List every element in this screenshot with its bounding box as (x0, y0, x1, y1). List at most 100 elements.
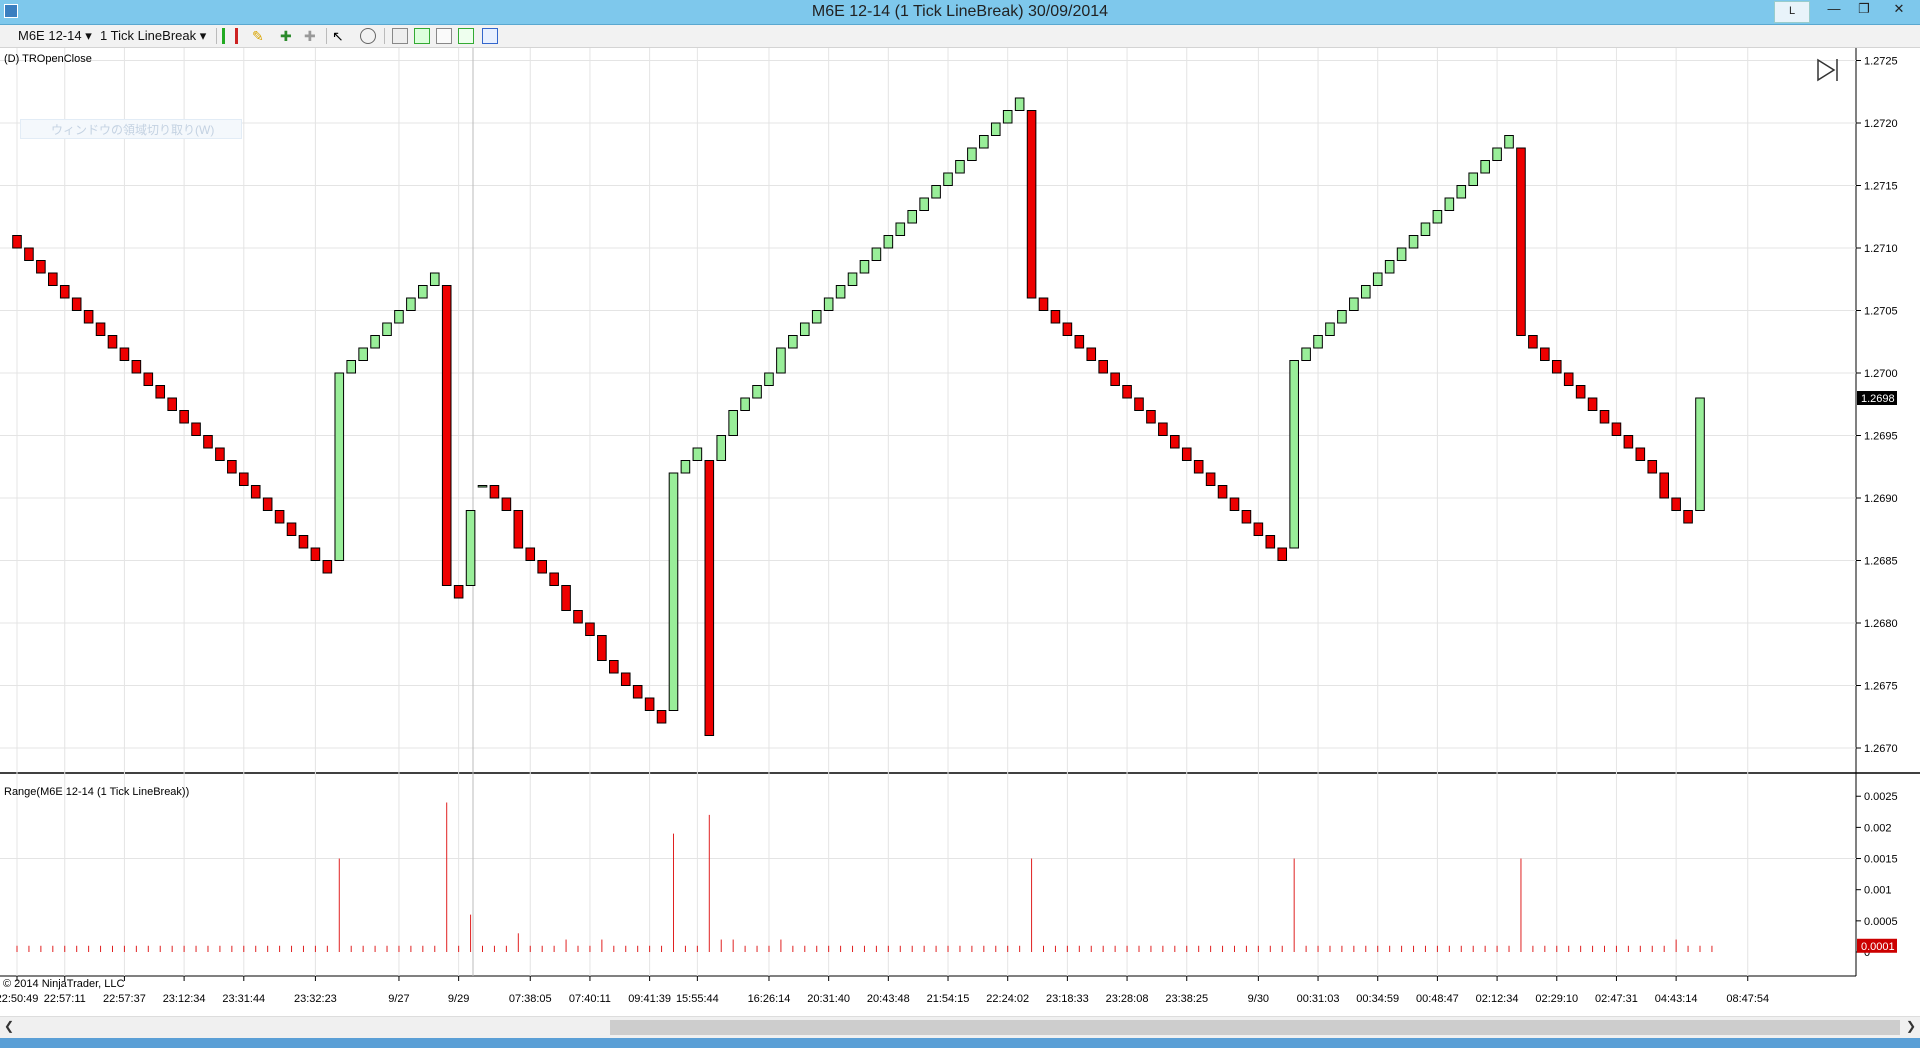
time-tick-label: 00:48:47 (1416, 993, 1459, 1005)
down-brick (1038, 297, 1049, 311)
instrument-selector[interactable]: M6E 12-14 ▾ (18, 28, 92, 44)
down-brick (1205, 472, 1216, 486)
properties-icon[interactable] (392, 28, 408, 44)
up-brick (1384, 260, 1395, 274)
up-brick (334, 372, 345, 561)
time-tick-label: 23:12:34 (163, 993, 206, 1005)
up-brick (990, 122, 1001, 136)
time-tick-label: 23:32:23 (294, 993, 337, 1005)
down-brick (1647, 460, 1658, 474)
down-brick (1026, 110, 1037, 299)
down-brick (1062, 322, 1073, 336)
time-tick-label: 00:34:59 (1356, 993, 1399, 1005)
time-tick-label: 23:28:08 (1106, 993, 1149, 1005)
up-brick (1492, 147, 1502, 161)
range-tick-label: 0.0025 (1864, 791, 1898, 803)
up-brick (1372, 272, 1383, 286)
price-tick-label: 1.2675 (1864, 681, 1898, 693)
down-brick (501, 497, 512, 511)
down-brick (513, 510, 524, 549)
image-icon[interactable] (436, 28, 452, 44)
time-tick-label: 04:43:14 (1655, 993, 1698, 1005)
down-brick (215, 447, 225, 461)
l-button[interactable]: L (1774, 1, 1810, 23)
down-brick (441, 285, 452, 586)
up-brick (895, 222, 906, 236)
time-tick-label: 20:43:48 (867, 993, 910, 1005)
down-brick (1599, 410, 1610, 424)
restore-icon[interactable]: ❐ (1850, 0, 1878, 20)
up-brick (823, 297, 834, 311)
menu-ghost: ウィンドウの領域切り取り(W) (20, 119, 242, 139)
time-tick-label: 16:26:14 (748, 993, 791, 1005)
up-brick (811, 310, 822, 324)
up-brick (1349, 297, 1359, 311)
toolbar-separator (326, 28, 327, 44)
horizontal-scrollbar[interactable]: ❮ ❯ (0, 1016, 1920, 1039)
down-brick (310, 547, 321, 561)
down-brick (1229, 497, 1240, 511)
time-tick-label: 02:29:10 (1535, 993, 1578, 1005)
up-brick (788, 335, 798, 349)
down-brick (59, 285, 70, 299)
price-bricks (12, 97, 1705, 736)
range-tick-label: 0.0015 (1864, 854, 1898, 866)
share-icon[interactable] (458, 28, 474, 44)
down-brick (119, 347, 130, 361)
chart-toolbar: M6E 12-14 ▾ 1 Tick LineBreak ▾ ✎ ✚ ✚ ↖ (0, 25, 1920, 48)
down-brick (262, 497, 273, 511)
price-panel-label: (D) TROpenClose (4, 53, 92, 65)
up-brick (1289, 360, 1299, 549)
price-tick-label: 1.2720 (1864, 118, 1898, 130)
up-brick (1325, 322, 1335, 336)
time-tick-label: 02:47:31 (1595, 993, 1638, 1005)
strategy-icon[interactable]: ✚ (304, 28, 320, 44)
down-brick (489, 485, 500, 499)
up-brick (943, 172, 953, 186)
zoom-icon[interactable] (360, 28, 376, 44)
up-brick (967, 147, 977, 161)
up-brick (883, 235, 894, 249)
pencil-icon[interactable]: ✎ (252, 28, 268, 44)
up-brick (955, 160, 965, 174)
down-brick (549, 572, 559, 586)
scroll-to-end-icon[interactable] (1817, 58, 1838, 82)
down-brick (1659, 472, 1669, 499)
up-brick (1695, 397, 1705, 511)
period-selector[interactable]: 1 Tick LineBreak ▾ (100, 28, 206, 44)
up-brick (1456, 185, 1467, 199)
data-box-icon[interactable] (414, 28, 430, 44)
time-tick-label: 20:31:40 (807, 993, 850, 1005)
up-brick (919, 197, 929, 211)
grid (0, 48, 1920, 977)
down-brick (1683, 510, 1693, 524)
time-tick-label: 22:57:37 (103, 993, 146, 1005)
chart-area[interactable]: 1.2725 1.2720 1.2715 1.2710 1.2705 1.2700 1.26… (0, 48, 1920, 1016)
range-value-label: 0.0001 (1861, 941, 1895, 953)
scroll-right-icon[interactable]: ❯ (1906, 1019, 1916, 1033)
down-brick (143, 372, 154, 386)
up-brick (847, 272, 858, 286)
down-brick (704, 460, 715, 736)
up-brick (370, 335, 380, 349)
time-tick-label: 21:54:15 (927, 993, 970, 1005)
scroll-thumb[interactable] (610, 1020, 1900, 1035)
down-brick (525, 547, 536, 561)
down-brick (24, 247, 34, 261)
add-indicator-icon[interactable]: ✚ (280, 28, 296, 44)
down-brick (227, 460, 237, 474)
chart-style-icon[interactable] (222, 28, 238, 44)
close-icon[interactable]: ✕ (1882, 0, 1916, 20)
window-icon[interactable] (482, 28, 498, 44)
range-tick-label: 0.0005 (1864, 916, 1898, 928)
chevron-down-icon: ▾ (199, 28, 207, 43)
scroll-left-icon[interactable]: ❮ (4, 1019, 14, 1033)
cursor-icon[interactable]: ↖ (332, 28, 348, 44)
window-title: M6E 12-14 (1 Tick LineBreak) 30/09/2014 (811, 3, 1109, 20)
down-brick (1170, 435, 1180, 449)
time-tick-label: 23:38:25 (1165, 993, 1208, 1005)
up-brick (477, 485, 488, 488)
down-brick (573, 610, 583, 624)
minimize-icon[interactable]: — (1820, 0, 1848, 20)
down-brick (36, 260, 46, 274)
